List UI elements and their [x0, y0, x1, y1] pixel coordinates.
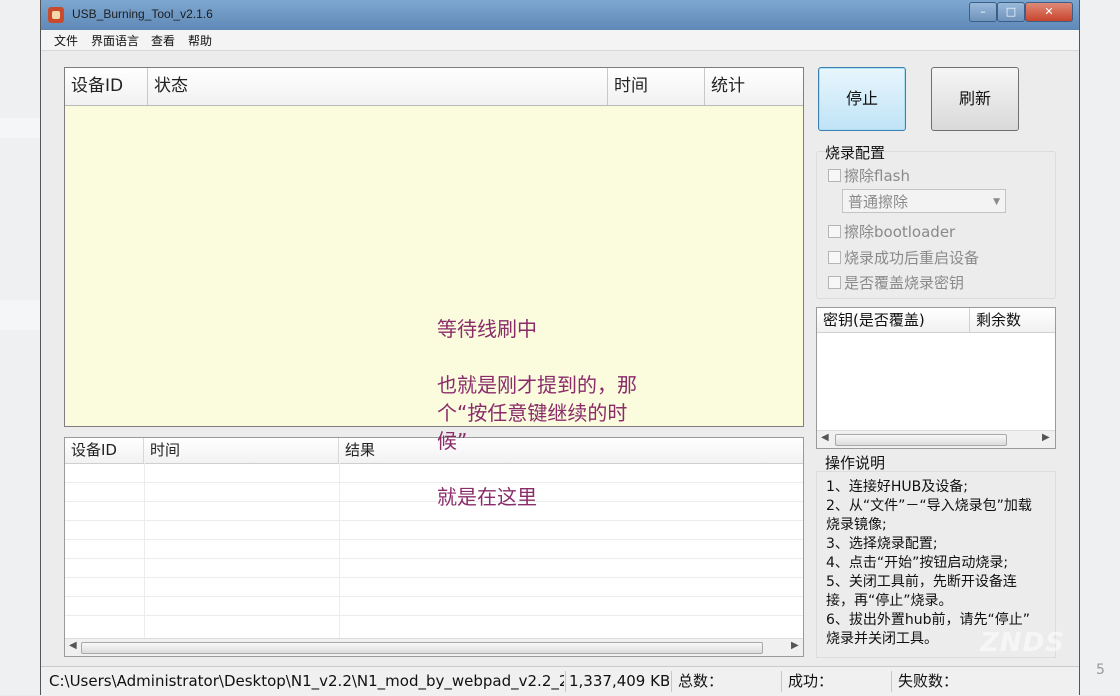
app-window: USB_Burning_Tool_v2.1.6 – □ ✕ 文件 界面语言 查看… [40, 0, 1080, 696]
chevron-down-icon: ▼ [993, 197, 1000, 207]
grid-line [65, 577, 803, 578]
window-title: USB_Burning_Tool_v2.1.6 [72, 7, 213, 21]
close-icon: ✕ [1044, 5, 1054, 18]
checkbox-icon [828, 276, 841, 289]
close-button[interactable]: ✕ [1025, 2, 1073, 22]
grid-line [144, 463, 145, 638]
overwrite-key-label: 是否覆盖烧录密钥 [844, 274, 965, 292]
scroll-thumb[interactable] [81, 642, 763, 654]
instruction-line: 2、从“文件”－“导入烧录包”加载 [826, 498, 1032, 514]
column-result[interactable]: 结果 [339, 438, 803, 463]
app-icon [48, 7, 64, 23]
column-stats[interactable]: 统计 [705, 68, 803, 105]
grid-line [65, 615, 803, 616]
key-list-scrollbar[interactable]: ◀ ▶ [817, 430, 1055, 448]
erase-mode-select[interactable]: 普通擦除 ▼ [842, 189, 1006, 213]
menu-file[interactable]: 文件 [54, 32, 78, 49]
annotation-line: 就是在这里 [437, 485, 537, 509]
overwrite-key-checkbox[interactable]: 是否覆盖烧录密钥 [828, 272, 964, 293]
scroll-left-icon[interactable]: ◀ [821, 432, 829, 443]
instruction-line: 5、关闭工具前，先断开设备连 [826, 574, 1017, 590]
background-band [0, 300, 40, 330]
status-separator [891, 671, 892, 692]
status-file-size: 1,337,409 KB [569, 672, 669, 690]
erase-bootloader-checkbox[interactable]: 擦除bootloader [828, 221, 955, 242]
stop-button[interactable]: 停止 [818, 67, 906, 131]
instruction-line: 接，再“停止”烧录。 [826, 593, 953, 609]
menu-bar: 文件 界面语言 查看 帮助 [41, 30, 1079, 51]
instruction-line: 3、选择烧录配置; [826, 536, 938, 552]
grid-line [65, 501, 803, 502]
checkbox-icon [828, 169, 841, 182]
grid-line [65, 539, 803, 540]
checkbox-icon [828, 251, 841, 264]
status-success: 成功： [788, 672, 834, 690]
status-fail: 失败数： [898, 672, 959, 690]
instruction-line: 1、连接好HUB及设备; [826, 479, 969, 495]
column-key[interactable]: 密钥(是否覆盖) [817, 308, 970, 332]
instruction-line: 6、拔出外置hub前，请先“停止” [826, 612, 1031, 628]
watermark-logo: ZNDS [980, 628, 1065, 658]
menu-help[interactable]: 帮助 [188, 32, 212, 49]
instruction-line: 4、点击“开始”按钮启动烧录; [826, 555, 1009, 571]
instructions-title: 操作说明 [825, 454, 886, 472]
column-time[interactable]: 时间 [608, 68, 705, 105]
annotation-line: 等待线刷中 [437, 317, 537, 341]
column-time[interactable]: 时间 [144, 438, 339, 463]
status-file-path: C:\Users\Administrator\Desktop\N1_v2.2\N… [49, 672, 564, 690]
grid-line [65, 520, 803, 521]
checkbox-icon [828, 225, 841, 238]
instruction-line: 烧录镜像; [826, 517, 887, 533]
column-status[interactable]: 状态 [148, 68, 608, 105]
grid-line [339, 463, 340, 638]
scroll-right-icon[interactable]: ▶ [1042, 432, 1050, 443]
maximize-button[interactable]: □ [997, 2, 1025, 22]
title-bar: USB_Burning_Tool_v2.1.6 – □ ✕ [41, 0, 1079, 30]
background-left [0, 0, 40, 695]
menu-view[interactable]: 查看 [151, 32, 175, 49]
status-separator [565, 671, 566, 692]
erase-flash-label: 擦除flash [844, 167, 910, 185]
result-list-scrollbar[interactable]: ◀ ▶ [65, 638, 803, 656]
annotation-line: 也就是刚才提到的，那 [437, 373, 637, 397]
result-list[interactable]: 设备ID 时间 结果 ◀ ▶ [64, 437, 804, 657]
erase-mode-value: 普通擦除 [848, 193, 909, 211]
column-device-id[interactable]: 设备ID [65, 68, 148, 105]
column-device-id[interactable]: 设备ID [65, 438, 144, 463]
instruction-line: 烧录并关闭工具。 [826, 631, 938, 647]
reboot-after-checkbox[interactable]: 烧录成功后重启设备 [828, 247, 979, 268]
annotation-line: 候” [437, 429, 468, 453]
maximize-icon: □ [1005, 5, 1017, 18]
status-separator [781, 671, 782, 692]
annotation-line: 个“按任意键继续的时 [437, 401, 628, 425]
status-separator [671, 671, 672, 692]
minimize-icon: – [980, 5, 986, 18]
device-list-header: 设备ID 状态 时间 统计 [65, 68, 803, 106]
background-right [1078, 0, 1120, 695]
background-band [0, 118, 40, 138]
column-remaining[interactable]: 剩余数 [970, 308, 1055, 332]
menu-language[interactable]: 界面语言 [91, 32, 139, 49]
grid-line [65, 482, 803, 483]
scroll-right-icon[interactable]: ▶ [791, 640, 799, 651]
scroll-left-icon[interactable]: ◀ [69, 640, 77, 651]
grid-line [65, 558, 803, 559]
refresh-button[interactable]: 刷新 [931, 67, 1019, 131]
burn-config-title: 烧录配置 [825, 144, 886, 162]
device-list[interactable]: 设备ID 状态 时间 统计 [64, 67, 804, 427]
reboot-after-label: 烧录成功后重启设备 [844, 249, 980, 267]
key-list[interactable]: 密钥(是否覆盖) 剩余数 ◀ ▶ [816, 307, 1056, 449]
page-digit: 5 [1096, 662, 1105, 678]
scroll-thumb[interactable] [835, 434, 1007, 446]
grid-line [65, 596, 803, 597]
key-list-header: 密钥(是否覆盖) 剩余数 [817, 308, 1055, 333]
result-list-header: 设备ID 时间 结果 [65, 438, 803, 464]
minimize-button[interactable]: – [969, 2, 997, 22]
status-total: 总数： [678, 672, 724, 690]
erase-flash-checkbox[interactable]: 擦除flash [828, 165, 910, 186]
status-bar: C:\Users\Administrator\Desktop\N1_v2.2\N… [41, 666, 1079, 696]
main-panel: 设备ID 状态 时间 统计 设备ID 时间 结果 ◀ ▶ 停止 刷新 烧录配置 … [41, 51, 1079, 666]
erase-bootloader-label: 擦除bootloader [844, 223, 956, 241]
